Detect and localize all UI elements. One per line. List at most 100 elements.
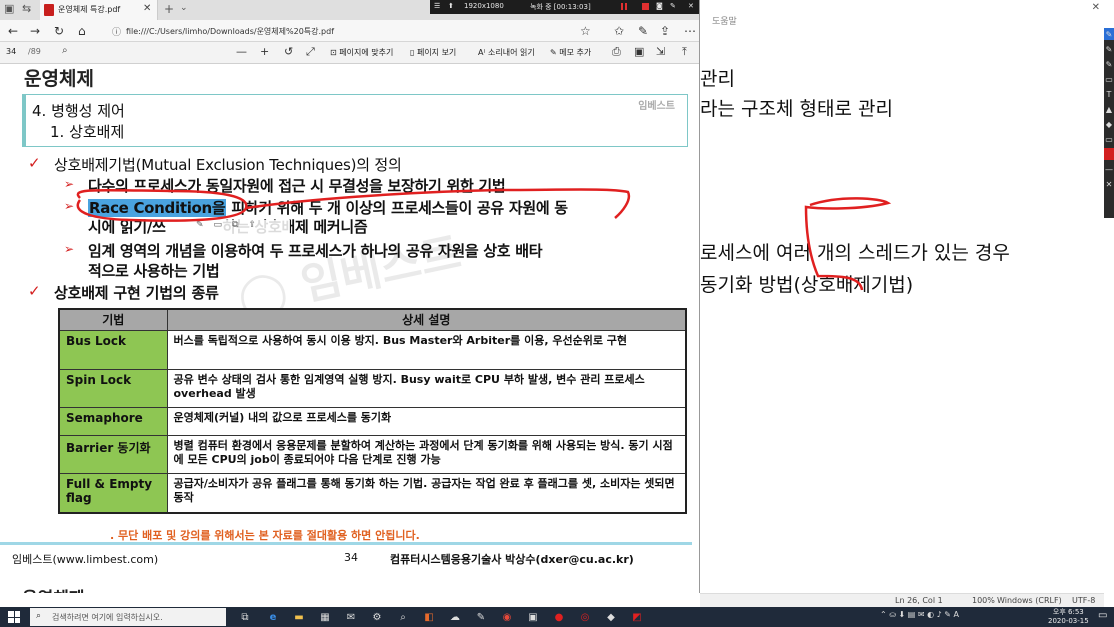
- notepad-icon[interactable]: ✎: [474, 610, 488, 624]
- eraser-icon[interactable]: ▭: [1104, 73, 1114, 85]
- fullscreen-icon[interactable]: ⤢: [306, 45, 315, 59]
- new-tab-icon[interactable]: +: [164, 2, 174, 16]
- read-aloud-button[interactable]: A⁾ 소리내어 읽기: [478, 47, 535, 58]
- table-row: Barrier 동기화 병렬 컴퓨터 환경에서 응용문제를 분할하여 계산하는 …: [58, 434, 687, 474]
- highlighted-text[interactable]: Race Condition을: [88, 199, 227, 217]
- stop-icon[interactable]: [642, 3, 649, 10]
- app-icon[interactable]: ◆: [604, 610, 618, 624]
- office-icon[interactable]: ◧: [422, 610, 436, 624]
- notepad-line: 로세스에 여러 개의 스레드가 있는 경우: [700, 242, 1010, 264]
- status-zoom: 100%: [972, 596, 995, 605]
- home-icon[interactable]: ⌂: [78, 24, 86, 38]
- pause-icon[interactable]: [621, 3, 623, 10]
- close-icon[interactable]: ✕: [1092, 2, 1100, 13]
- store-icon[interactable]: ▦: [318, 610, 332, 624]
- pdf-page[interactable]: ◯ 임베스트 운영체제 4. 병행성 제어 1. 상호배제 임베스트 ✓ 상호배…: [0, 64, 699, 593]
- shape-tool-icon[interactable]: ◆: [1104, 118, 1114, 130]
- save-icon[interactable]: ▣: [634, 45, 644, 58]
- refresh-icon[interactable]: ↻: [54, 24, 64, 38]
- print-icon[interactable]: ⎙: [612, 45, 621, 59]
- fit-page-button[interactable]: ⊡ 페이지에 맞추기: [330, 47, 393, 58]
- technique-desc: 운영체제(커널) 내의 값으로 프로세스를 동기화: [166, 406, 687, 436]
- chevron-down-icon[interactable]: ⌄: [180, 3, 188, 13]
- system-tray[interactable]: ⌃ ⛀ ⬇ ▤ ✉ ◐ ♪ ✎ A: [880, 610, 959, 619]
- tab-bar: ▣ ⇆ 운영체제 특강.pdf ✕ + ⌄ ☰ ⬆ 1920x1080 녹화 중…: [0, 0, 699, 20]
- search-app-icon[interactable]: ⌕: [396, 610, 410, 624]
- subsection-title: 1. 상호배제: [50, 123, 125, 141]
- favorites-icon[interactable]: ✩: [614, 24, 624, 38]
- bullet-types: 상호배제 구현 기법의 종류: [54, 284, 219, 302]
- table-row: Spin Lock 공유 변수 상태의 검사 통한 임계영역 실행 방지. Bu…: [58, 368, 687, 408]
- star-icon[interactable]: ☆: [580, 24, 591, 38]
- table-row: Semaphore 운영체제(커널) 내의 값으로 프로세스를 동기화: [58, 406, 687, 436]
- tab-back-icon[interactable]: ⇆: [22, 2, 31, 15]
- taskbar: ⌕ 검색하려면 여기에 입력하십시오. ⧉ e ▬ ▦ ✉ ⚙ ⌕ ◧ ☁ ✎ …: [0, 607, 1114, 627]
- mail-icon[interactable]: ✉: [344, 610, 358, 624]
- bullet-text-rest: 피하기 위해 두 개 이상의 프로세스들이 공유 자원에 동: [226, 199, 568, 217]
- text-tool-icon[interactable]: T: [1104, 88, 1114, 100]
- edge-icon[interactable]: e: [266, 610, 280, 624]
- start-button[interactable]: [8, 611, 20, 623]
- input-language[interactable]: A: [954, 610, 959, 619]
- technique-desc: 버스를 독립적으로 사용하여 동시 이용 방지. Bus Master와 Arb…: [166, 329, 687, 370]
- app-icon[interactable]: ▣: [526, 610, 540, 624]
- clear-icon[interactable]: ✕: [1104, 178, 1114, 190]
- camera-icon[interactable]: ◙: [656, 2, 663, 10]
- line-tool-icon[interactable]: —: [1104, 163, 1114, 175]
- share-icon[interactable]: ⇪: [249, 220, 257, 234]
- pen-icon[interactable]: ✎: [638, 24, 648, 38]
- pen-tool-icon[interactable]: ✎: [1104, 58, 1114, 70]
- record-icon[interactable]: ●: [552, 610, 566, 624]
- add-note-button[interactable]: ✎ 메모 추가: [550, 47, 591, 58]
- copy-icon[interactable]: ⧉: [232, 220, 238, 234]
- zoom-out-button[interactable]: —: [236, 45, 247, 58]
- task-view-icon[interactable]: ⧉: [238, 610, 252, 624]
- page-number-input[interactable]: 34: [6, 47, 16, 56]
- tab-pdf[interactable]: 운영체제 특강.pdf ✕: [40, 0, 158, 20]
- info-icon[interactable]: ⓘ: [112, 25, 121, 38]
- more-icon[interactable]: ⋯: [684, 24, 696, 38]
- bullet-text: 임계 영역의 개념을 이용하여 두 프로세스가 하나의 공유 자원을 상호 배타: [88, 242, 543, 260]
- pen-tool-icon[interactable]: ▭: [1104, 133, 1114, 145]
- technique-desc: 공급자/소비자가 공유 플래그를 통해 동기화 하는 기법. 공급자는 작업 완…: [166, 472, 687, 514]
- bullet-definition: 상호배제기법(Mutual Exclusion Techniques)의 정의: [54, 156, 402, 174]
- search-icon[interactable]: ⌕: [62, 45, 68, 56]
- technique-name: Full & Empty flag: [58, 472, 168, 514]
- pin-toolbar-icon[interactable]: ⤒: [682, 45, 687, 59]
- url-field[interactable]: file:///C:/Users/limho/Downloads/운영체제%20…: [126, 26, 334, 37]
- notification-icon[interactable]: ▭: [1098, 610, 1107, 621]
- recorder-app-icon[interactable]: ◎: [578, 610, 592, 624]
- back-icon[interactable]: ←: [8, 24, 18, 38]
- table-header: 기법: [58, 308, 168, 331]
- file-explorer-icon[interactable]: ▬: [292, 610, 306, 624]
- pen-icon[interactable]: ✎: [670, 2, 676, 10]
- app-icon[interactable]: ◩: [630, 610, 644, 624]
- red-color-icon[interactable]: [1104, 148, 1114, 160]
- cloud-icon[interactable]: ☁: [448, 610, 462, 624]
- close-icon[interactable]: ✕: [688, 2, 694, 10]
- rotate-icon[interactable]: ↺: [284, 45, 293, 58]
- settings-icon[interactable]: ⚙: [370, 610, 384, 624]
- pen-tool-icon[interactable]: ✎: [1104, 43, 1114, 55]
- notepad-menu-help[interactable]: 도움말: [712, 14, 737, 27]
- pen-tool-icon[interactable]: ▲: [1104, 103, 1114, 115]
- pin-icon[interactable]: ⬆: [448, 2, 454, 10]
- pen-tool-icon[interactable]: ✎: [1104, 28, 1114, 40]
- comment-icon[interactable]: ▭: [214, 220, 223, 234]
- slide-header: 운영체제: [24, 68, 94, 90]
- pdf-icon: [44, 4, 54, 16]
- forward-icon[interactable]: →: [30, 24, 40, 38]
- share-icon[interactable]: ⇪: [660, 24, 670, 38]
- zoom-in-button[interactable]: +: [260, 45, 269, 58]
- menu-icon[interactable]: ☰: [434, 2, 440, 10]
- taskbar-search[interactable]: ⌕ 검색하려면 여기에 입력하십시오.: [30, 608, 226, 626]
- technique-name: Spin Lock: [58, 368, 168, 408]
- chrome-icon[interactable]: ◉: [500, 610, 514, 624]
- tab-actions-icon[interactable]: ▣: [4, 2, 14, 15]
- highlight-icon[interactable]: ✎: [196, 220, 204, 234]
- clock[interactable]: 오후 6:53 2020-03-15: [1048, 608, 1089, 626]
- mutex-technique-table: 기법 상세 설명 Bus Lock 버스를 독립적으로 사용하여 동시 이용 방…: [58, 308, 687, 514]
- page-view-button[interactable]: ▯ 페이지 보기: [410, 47, 456, 58]
- save-as-icon[interactable]: ⇲: [656, 45, 665, 58]
- tab-close-icon[interactable]: ✕: [143, 3, 151, 14]
